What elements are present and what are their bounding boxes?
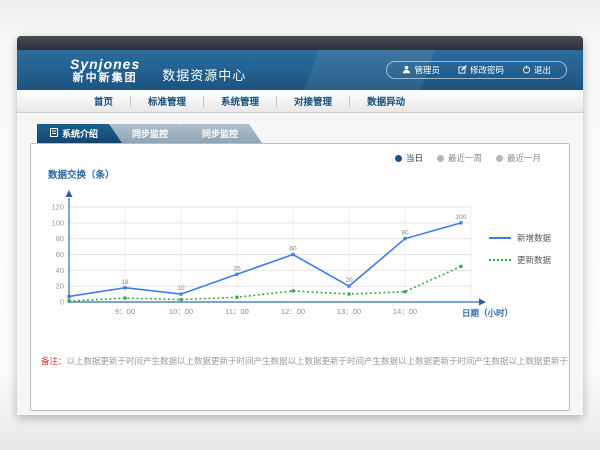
company-name: 新中新集团 <box>70 72 140 85</box>
radio-dot-icon <box>395 155 402 162</box>
nav-item-2[interactable]: 系统管理 <box>204 94 276 108</box>
svg-text:20: 20 <box>345 277 353 284</box>
chart-panel: 当日 最近一周 最近一月 数据交换（条） 0 20 40 60 80 100 120 9：00 10… <box>30 143 570 411</box>
app-window: Synjones 新中新集团 数据资源中心 管理员修改密码退出 首页标准管理系统… <box>17 36 583 415</box>
legend-line-icon <box>489 259 511 261</box>
svg-text:11：00: 11：00 <box>225 307 249 316</box>
legend-line-icon <box>489 237 511 239</box>
nav-item-3[interactable]: 对接管理 <box>277 94 349 108</box>
tab-bar: 系统介绍同步监控同步监控 <box>37 124 262 143</box>
radio-dot-icon <box>437 155 444 162</box>
user-icon <box>402 65 411 76</box>
legend-item-1: 更新数据 <box>489 254 551 266</box>
main-nav: 首页标准管理系统管理对接管理数据异动 <box>17 90 583 113</box>
document-icon <box>50 128 58 139</box>
y-axis-title: 数据交换（条） <box>48 167 115 181</box>
tab-0[interactable]: 系统介绍 <box>37 124 122 143</box>
svg-text:10: 10 <box>177 285 185 292</box>
svg-text:9：00: 9：00 <box>115 307 135 316</box>
svg-text:60: 60 <box>56 250 64 259</box>
line-chart: 0 20 40 60 80 100 120 9：00 10：00 11：00 12：00 13：00 1… <box>41 188 521 338</box>
filter-radio-2[interactable]: 最近一月 <box>496 152 541 164</box>
svg-text:80: 80 <box>401 230 409 237</box>
svg-text:100: 100 <box>456 214 467 221</box>
svg-text:12：00: 12：00 <box>281 307 305 316</box>
user-menu: 管理员修改密码退出 <box>386 61 567 79</box>
svg-text:120: 120 <box>51 203 64 212</box>
company-logo: Synjones 新中新集团 <box>70 56 140 85</box>
window-titlebar <box>17 36 583 50</box>
footnote-text: 以上数据更新于时间产生数据以上数据更新于时间产生数据以上数据更新于时间产生数据以… <box>67 356 569 366</box>
legend-item-0: 新增数据 <box>489 232 551 244</box>
user-menu-item[interactable]: 退出 <box>513 64 560 76</box>
svg-text:0: 0 <box>60 298 64 307</box>
edit-icon <box>458 65 467 76</box>
user-menu-item[interactable]: 管理员 <box>393 64 449 76</box>
radio-dot-icon <box>496 155 503 162</box>
nav-item-0[interactable]: 首页 <box>77 94 130 108</box>
app-header: Synjones 新中新集团 数据资源中心 管理员修改密码退出 <box>17 50 583 90</box>
svg-text:10：00: 10：00 <box>169 307 193 316</box>
footnote-label: 备注： <box>41 356 67 366</box>
svg-text:100: 100 <box>51 218 64 227</box>
nav-item-4[interactable]: 数据异动 <box>350 94 422 108</box>
svg-text:18: 18 <box>121 279 129 286</box>
content-area: 系统介绍同步监控同步监控 当日最近一周最近一月 数据交换（条） 02040608… <box>17 113 583 415</box>
svg-text:20: 20 <box>56 282 64 291</box>
svg-text:80: 80 <box>56 234 64 243</box>
svg-text:14：00: 14：00 <box>393 307 417 316</box>
svg-text:35: 35 <box>233 265 241 272</box>
svg-text:40: 40 <box>56 266 64 275</box>
svg-text:60: 60 <box>289 246 297 253</box>
tab-2[interactable]: 同步监控 <box>180 124 262 143</box>
logout-icon <box>522 65 531 76</box>
brand-name: Synjones <box>70 56 140 72</box>
svg-text:13：00: 13：00 <box>337 307 361 316</box>
tab-1[interactable]: 同步监控 <box>110 124 192 143</box>
filter-radio-1[interactable]: 最近一周 <box>437 152 482 164</box>
nav-item-1[interactable]: 标准管理 <box>131 94 203 108</box>
filter-radio-0[interactable]: 当日 <box>395 152 423 164</box>
page-background: Synjones 新中新集团 数据资源中心 管理员修改密码退出 首页标准管理系统… <box>0 0 600 450</box>
page-title: 数据资源中心 <box>162 65 246 84</box>
svg-text:日期（小时）: 日期（小时） <box>462 308 513 318</box>
time-range-filter: 当日 最近一周 最近一月 <box>395 152 541 164</box>
footnote: 备注：以上数据更新于时间产生数据以上数据更新于时间产生数据以上数据更新于时间产生… <box>41 355 559 367</box>
chart-legend: 新增数据更新数据 <box>489 232 551 276</box>
user-menu-item[interactable]: 修改密码 <box>449 64 513 76</box>
